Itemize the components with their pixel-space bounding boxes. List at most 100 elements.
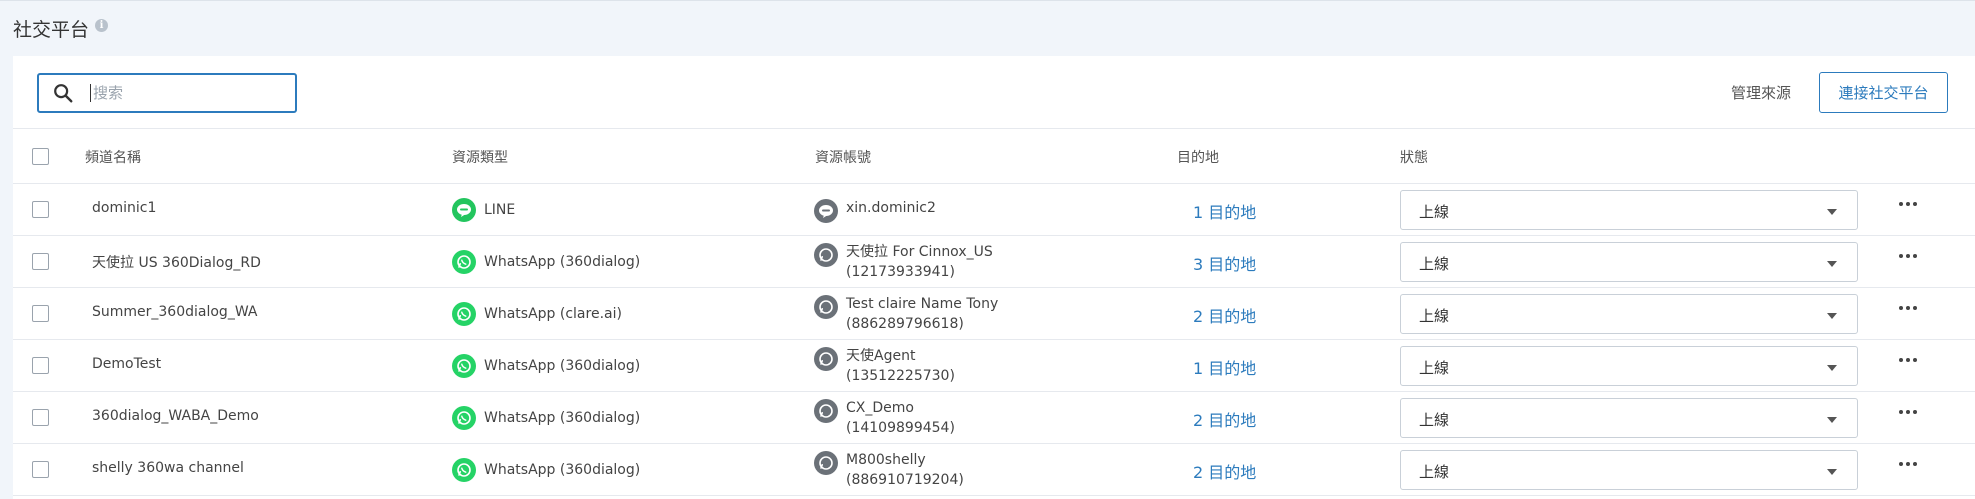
whatsapp-icon <box>452 250 476 274</box>
channel-name[interactable]: dominic1 <box>92 200 156 216</box>
destination-link[interactable]: 2 目的地 <box>1193 459 1256 483</box>
more-actions-button[interactable] <box>1893 298 1923 318</box>
source-type-label: WhatsApp (360dialog) <box>484 462 641 478</box>
status-select[interactable]: 上線 <box>1400 346 1858 386</box>
source-account-number: (886289796618) <box>846 316 964 332</box>
source-type-label: WhatsApp (360dialog) <box>484 410 641 426</box>
chevron-down-icon <box>1827 469 1837 475</box>
source-account-name: 天使Agent <box>846 348 916 364</box>
table-row: 360dialog_WABA_Demo WhatsApp (360dialog)… <box>13 392 1975 444</box>
source-type-label: WhatsApp (360dialog) <box>484 254 641 270</box>
source-type: WhatsApp (clare.ai) <box>452 302 622 326</box>
status-value: 上線 <box>1419 359 1450 377</box>
table-row: 天使拉 US 360Dialog_RD WhatsApp (360dialog)… <box>13 236 1975 288</box>
column-header-channel-name[interactable]: 頻道名稱 <box>85 147 141 167</box>
line-icon <box>452 198 476 222</box>
column-header-status[interactable]: 狀態 <box>1400 147 1428 167</box>
source-account: 天使拉 For Cinnox_US (12173933941) <box>814 242 993 282</box>
status-value: 上線 <box>1419 203 1450 221</box>
more-actions-button[interactable] <box>1893 246 1923 266</box>
more-icon-dot <box>1906 254 1910 258</box>
more-actions-button[interactable] <box>1893 402 1923 422</box>
row-checkbox[interactable] <box>32 409 49 426</box>
row-checkbox[interactable] <box>32 253 49 270</box>
channels-panel: 管理來源 連接社交平台 頻道名稱 資源類型 資源帳號 目的地 狀態 domini… <box>13 56 1975 499</box>
destination-link[interactable]: 3 目的地 <box>1193 251 1256 275</box>
source-account-name: xin.dominic2 <box>846 200 936 216</box>
status-select[interactable]: 上線 <box>1400 294 1858 334</box>
source-account: 天使Agent (13512225730) <box>814 346 955 386</box>
more-icon-dot <box>1913 462 1917 466</box>
toolbar: 管理來源 連接社交平台 <box>13 56 1975 129</box>
table-row: dominic1 LINE xin.dominic2 1 目的地 上線 <box>13 184 1975 236</box>
status-value: 上線 <box>1419 411 1450 429</box>
source-type-label: WhatsApp (clare.ai) <box>484 306 622 322</box>
channel-name[interactable]: DemoTest <box>92 356 161 372</box>
search-input[interactable] <box>90 84 280 102</box>
channel-name[interactable]: 360dialog_WABA_Demo <box>92 408 259 424</box>
page-header: 社交平台 i <box>0 0 1975 56</box>
search-icon <box>54 84 73 103</box>
source-type: WhatsApp (360dialog) <box>452 250 640 274</box>
select-all-checkbox[interactable] <box>32 148 49 165</box>
page-title: 社交平台 <box>13 19 90 41</box>
channel-name[interactable]: shelly 360wa channel <box>92 460 244 476</box>
more-icon <box>1899 410 1903 414</box>
status-select[interactable]: 上線 <box>1400 242 1858 282</box>
status-select[interactable]: 上線 <box>1400 450 1858 490</box>
table-row: shelly 360wa channel WhatsApp (360dialog… <box>13 444 1975 496</box>
status-select[interactable]: 上線 <box>1400 398 1858 438</box>
column-header-source-type[interactable]: 資源類型 <box>452 147 508 167</box>
search-box[interactable] <box>37 73 297 113</box>
account-icon <box>814 295 838 319</box>
info-icon[interactable]: i <box>95 19 109 32</box>
source-type: WhatsApp (360dialog) <box>452 458 640 482</box>
connect-social-platform-button[interactable]: 連接社交平台 <box>1819 72 1948 113</box>
source-account-name: M800shelly <box>846 452 926 468</box>
column-header-source-account[interactable]: 資源帳號 <box>815 147 871 167</box>
source-account: M800shelly (886910719204) <box>814 450 964 490</box>
status-select[interactable]: 上線 <box>1400 190 1858 230</box>
account-icon <box>814 399 838 423</box>
more-actions-button[interactable] <box>1893 350 1923 370</box>
destination-link[interactable]: 1 目的地 <box>1193 355 1256 379</box>
table-row: Summer_360dialog_WA WhatsApp (clare.ai) … <box>13 288 1975 340</box>
account-icon <box>814 199 838 223</box>
source-account-number: (12173933941) <box>846 264 955 280</box>
status-value: 上線 <box>1419 307 1450 325</box>
status-value: 上線 <box>1419 255 1450 273</box>
account-icon <box>814 347 838 371</box>
source-account: xin.dominic2 <box>814 198 936 223</box>
destination-link[interactable]: 2 目的地 <box>1193 303 1256 327</box>
row-checkbox[interactable] <box>32 305 49 322</box>
row-checkbox[interactable] <box>32 357 49 374</box>
whatsapp-icon <box>452 302 476 326</box>
row-checkbox[interactable] <box>32 461 49 478</box>
destination-link[interactable]: 1 目的地 <box>1193 199 1256 223</box>
more-icon-dot <box>1906 358 1910 362</box>
whatsapp-icon <box>452 354 476 378</box>
more-icon-dot <box>1913 254 1917 258</box>
source-type: LINE <box>452 198 515 222</box>
chevron-down-icon <box>1827 313 1837 319</box>
more-icon-dot <box>1906 410 1910 414</box>
destination-link[interactable]: 2 目的地 <box>1193 407 1256 431</box>
chevron-down-icon <box>1827 365 1837 371</box>
more-icon-dot <box>1913 202 1917 206</box>
channel-name[interactable]: 天使拉 US 360Dialog_RD <box>92 252 261 272</box>
row-checkbox[interactable] <box>32 201 49 218</box>
source-type-label: LINE <box>484 202 516 218</box>
manage-sources-link[interactable]: 管理來源 <box>1731 82 1791 103</box>
channel-name[interactable]: Summer_360dialog_WA <box>92 304 257 320</box>
status-value: 上線 <box>1419 463 1450 481</box>
more-icon <box>1899 202 1903 206</box>
more-actions-button[interactable] <box>1893 454 1923 474</box>
account-icon <box>814 451 838 475</box>
whatsapp-icon <box>452 406 476 430</box>
source-account-number: (14109899454) <box>846 420 955 436</box>
more-actions-button[interactable] <box>1893 194 1923 214</box>
table-body: dominic1 LINE xin.dominic2 1 目的地 上線 天使拉 … <box>13 184 1975 496</box>
column-header-destination[interactable]: 目的地 <box>1177 147 1219 167</box>
chevron-down-icon <box>1827 417 1837 423</box>
source-account-number: (886910719204) <box>846 472 964 488</box>
